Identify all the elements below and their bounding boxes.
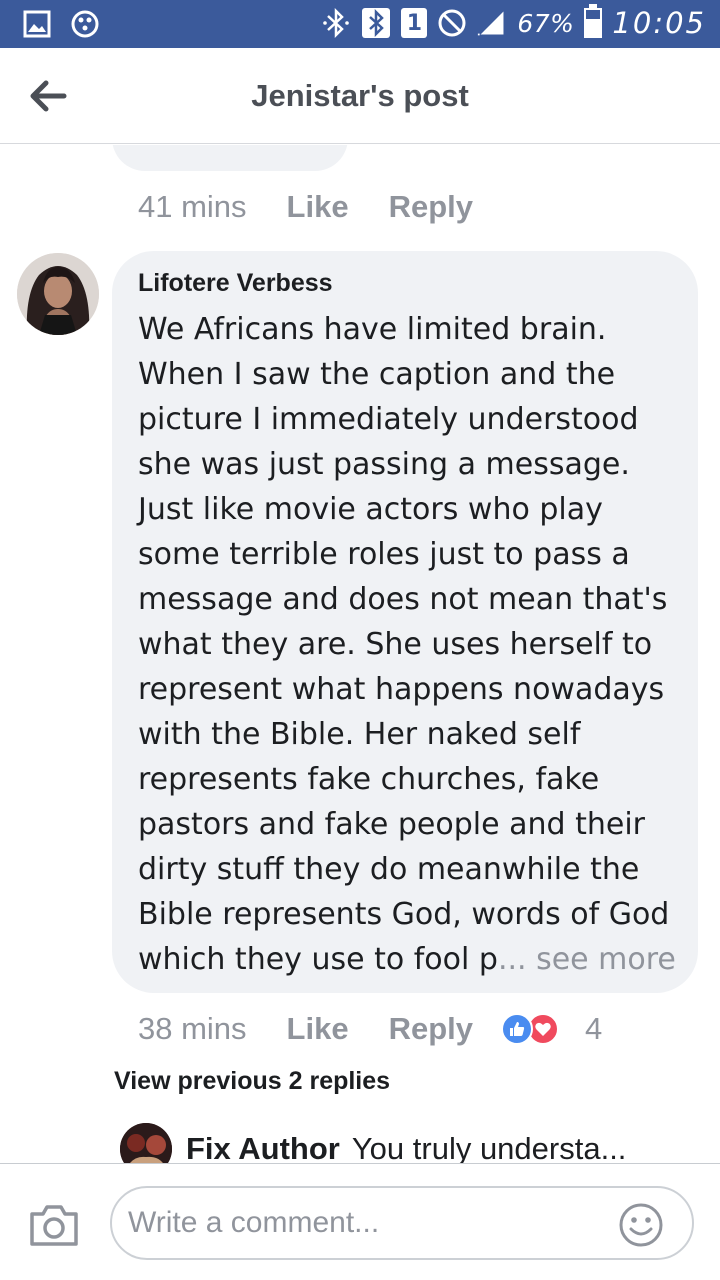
comment-time: 41 mins: [138, 189, 247, 224]
bluetooth-icon: [321, 8, 351, 38]
reply-button[interactable]: Reply: [389, 1011, 473, 1047]
comment-input-placeholder: Write a comment...: [128, 1206, 380, 1239]
status-bar: 1 67% 10:05: [0, 0, 720, 48]
reply-button[interactable]: Reply: [389, 189, 473, 225]
sim-icon: 1: [401, 8, 428, 38]
emoji-icon[interactable]: [618, 1202, 664, 1248]
reply-preview-text: You truly understa...: [351, 1131, 627, 1163]
comment-actions: 38 mins Like Reply 4: [138, 1011, 602, 1047]
like-button[interactable]: Like: [287, 1011, 349, 1047]
reactions-summary[interactable]: 4: [501, 1011, 602, 1047]
battery-icon: [584, 4, 603, 38]
previous-comment-actions: 41 mins Like Reply: [138, 189, 513, 225]
reply-author[interactable]: Fix Author: [186, 1131, 340, 1163]
avatar[interactable]: [120, 1123, 172, 1163]
post-header: Jenistar's post: [0, 48, 720, 144]
connection-icon: [70, 9, 100, 39]
avatar[interactable]: [17, 253, 99, 335]
clock: 10:05: [612, 6, 706, 40]
like-button[interactable]: Like: [287, 189, 349, 225]
battery-percent: 67%: [517, 8, 575, 38]
comment-text: We Africans have limited brain. When I s…: [138, 307, 678, 982]
comment-composer: Write a comment...: [0, 1163, 720, 1280]
comment-author[interactable]: Lifotere Verbess: [138, 269, 333, 298]
bluetooth-icon: [361, 8, 391, 38]
comment-body: We Africans have limited brain. When I s…: [138, 312, 670, 977]
see-more-link[interactable]: ... see more: [498, 942, 676, 977]
page-title: Jenistar's post: [251, 78, 469, 113]
comments-list[interactable]: 41 mins Like Reply Lifotere Verbess We A…: [0, 145, 720, 1163]
signal-icon: [477, 8, 507, 38]
comment-time: 38 mins: [138, 1011, 247, 1046]
comment-input[interactable]: Write a comment...: [110, 1186, 694, 1260]
comment-bubble: Lifotere Verbess We Africans have limite…: [112, 251, 698, 993]
reply-preview[interactable]: Fix Author You truly understa...: [186, 1131, 626, 1163]
gallery-icon: [22, 9, 52, 39]
reaction-count: 4: [585, 1011, 603, 1046]
camera-icon[interactable]: [28, 1202, 80, 1248]
view-previous-replies-link[interactable]: View previous 2 replies: [114, 1067, 390, 1096]
like-reaction-icon: [501, 1013, 533, 1045]
do-not-disturb-icon: [437, 8, 467, 38]
previous-comment-bubble: [112, 145, 348, 171]
